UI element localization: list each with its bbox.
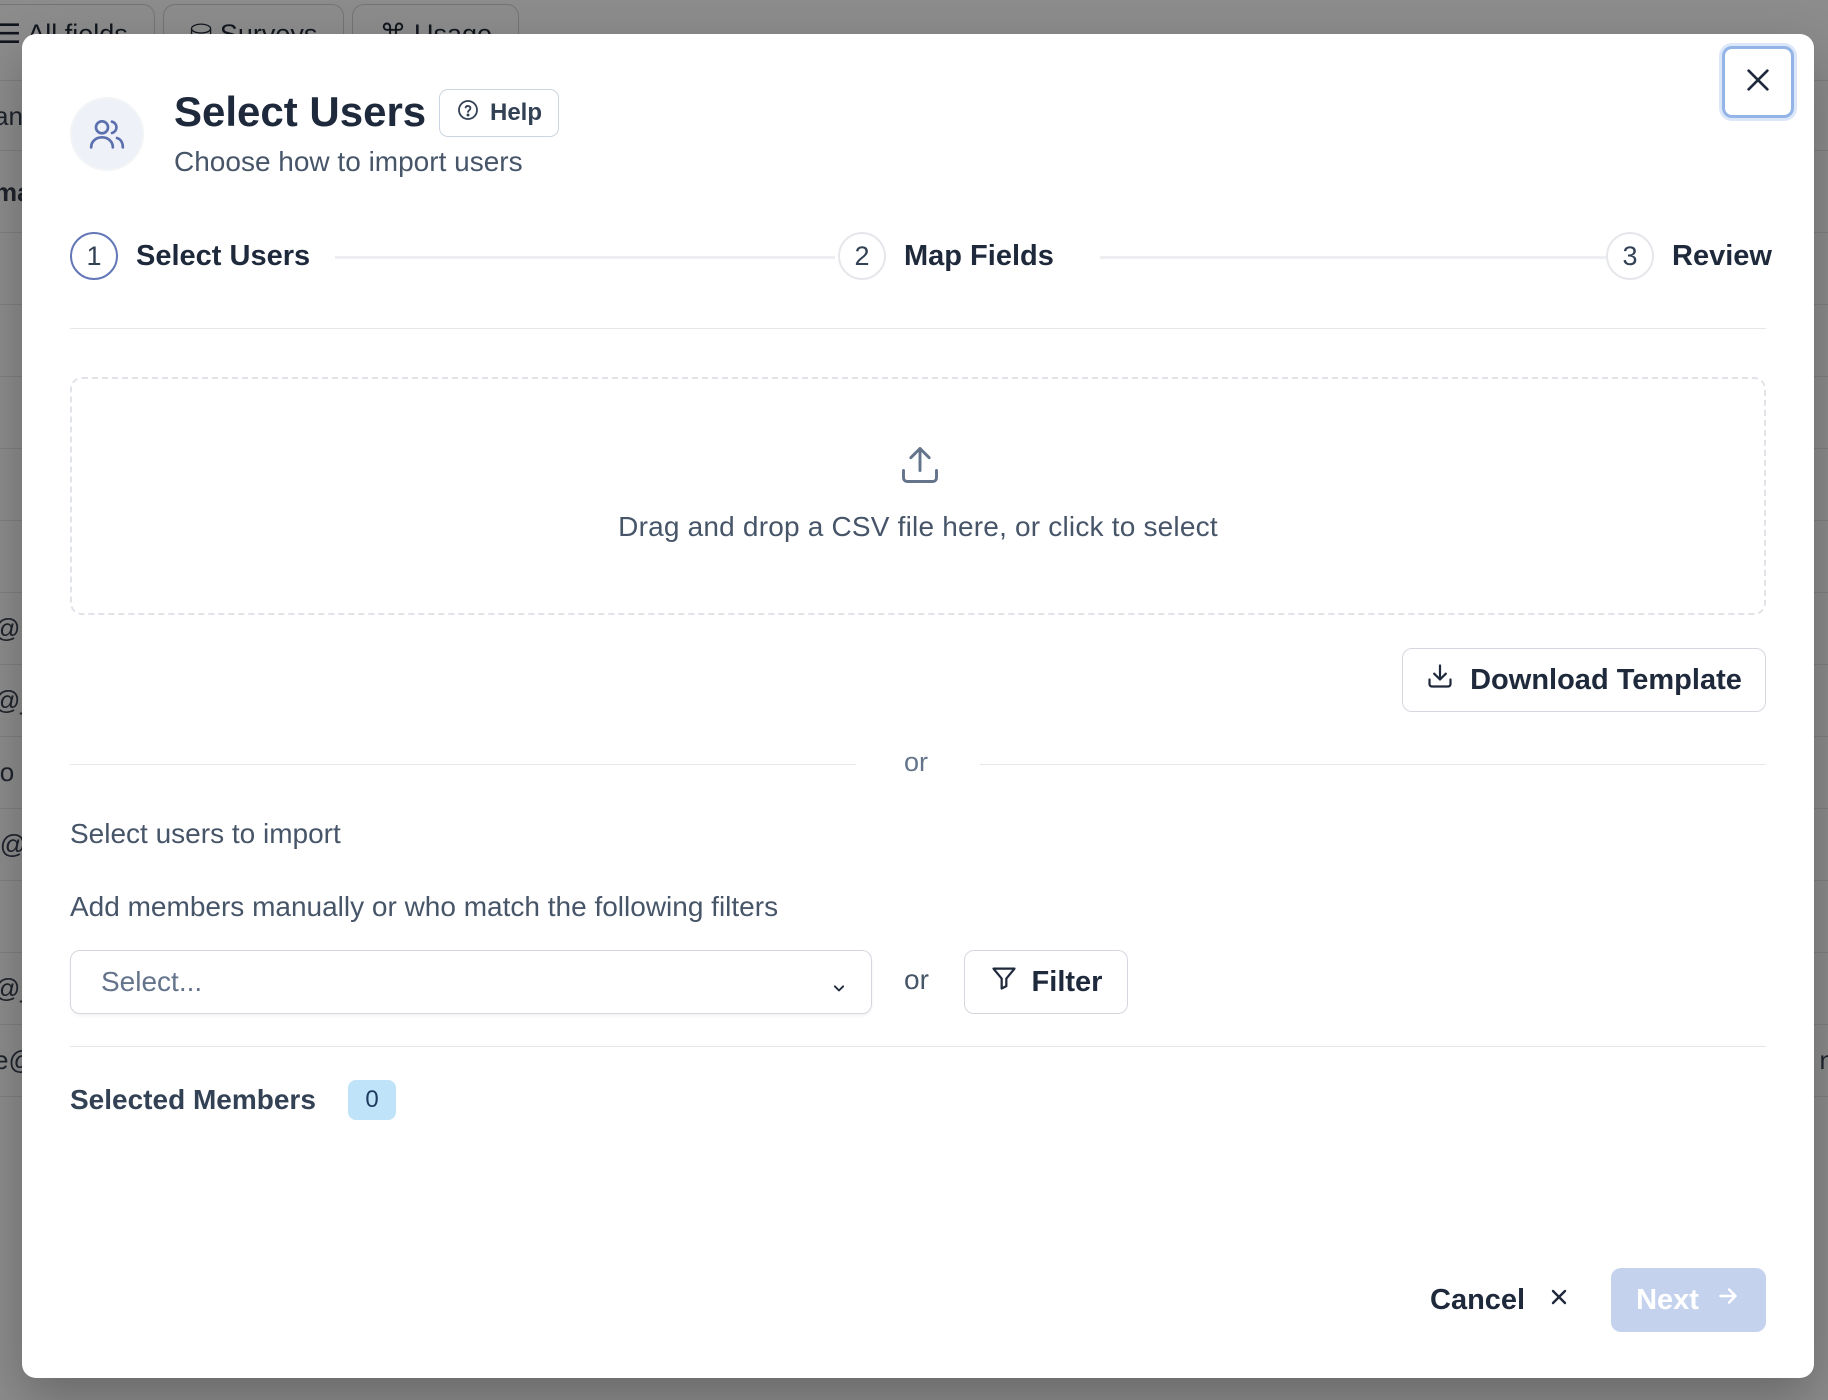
select-placeholder: Select... xyxy=(101,966,203,997)
selected-members-count-badge: 0 xyxy=(348,1080,396,1120)
divider xyxy=(70,1046,1766,1047)
or-divider-line xyxy=(980,764,1766,765)
csv-dropzone[interactable]: Drag and drop a CSV file here, or click … xyxy=(70,377,1766,615)
member-select[interactable]: Select... xyxy=(70,950,872,1014)
or-separator: or xyxy=(904,747,929,777)
close-icon xyxy=(1547,1284,1571,1317)
stepper: 1 Select Users 2 Map Fields 3 Review xyxy=(70,232,1772,282)
next-button[interactable]: Next xyxy=(1611,1268,1766,1332)
filter-label: Filter xyxy=(1031,965,1103,998)
close-button[interactable] xyxy=(1722,46,1794,118)
step-number: 2 xyxy=(838,232,886,280)
or-divider-line xyxy=(70,764,856,765)
select-users-modal: Select Users Help Choose how to import u… xyxy=(22,34,1814,1378)
step-number: 3 xyxy=(1606,232,1654,280)
filter-button[interactable]: Filter xyxy=(964,950,1128,1014)
step-map-fields[interactable]: 2 Map Fields xyxy=(838,232,1054,280)
step-label: Select Users xyxy=(136,239,311,272)
download-icon xyxy=(1426,662,1454,698)
cancel-label: Cancel xyxy=(1430,1283,1526,1316)
step-connector xyxy=(335,256,835,259)
next-label: Next xyxy=(1636,1283,1699,1316)
help-label: Help xyxy=(490,99,543,126)
arrow-right-icon xyxy=(1715,1283,1741,1317)
step-label: Review xyxy=(1672,239,1772,272)
divider xyxy=(70,328,1766,329)
help-button[interactable]: Help xyxy=(439,89,560,137)
step-label: Map Fields xyxy=(904,239,1054,272)
dropzone-text: Drag and drop a CSV file here, or click … xyxy=(618,511,1218,542)
upload-icon xyxy=(898,443,942,492)
step-select-users[interactable]: 1 Select Users xyxy=(70,232,310,280)
selected-members-label: Selected Members xyxy=(70,1084,316,1115)
chevron-down-icon xyxy=(829,973,849,1005)
users-icon xyxy=(70,97,144,171)
or-separator: or xyxy=(904,964,929,995)
filter-description: Add members manually or who match the fo… xyxy=(70,891,779,922)
modal-subtitle: Choose how to import users xyxy=(174,146,523,177)
close-icon xyxy=(1742,64,1774,101)
filter-icon xyxy=(990,964,1018,1000)
step-review[interactable]: 3 Review xyxy=(1606,232,1772,280)
step-connector xyxy=(1100,256,1628,259)
section-label: Select users to import xyxy=(70,818,341,849)
step-number: 1 xyxy=(70,232,118,280)
download-template-label: Download Template xyxy=(1470,663,1742,696)
cancel-button[interactable]: Cancel xyxy=(1430,1268,1571,1332)
download-template-button[interactable]: Download Template xyxy=(1402,648,1766,712)
help-circle-icon xyxy=(456,98,480,129)
modal-title: Select Users xyxy=(174,88,427,135)
